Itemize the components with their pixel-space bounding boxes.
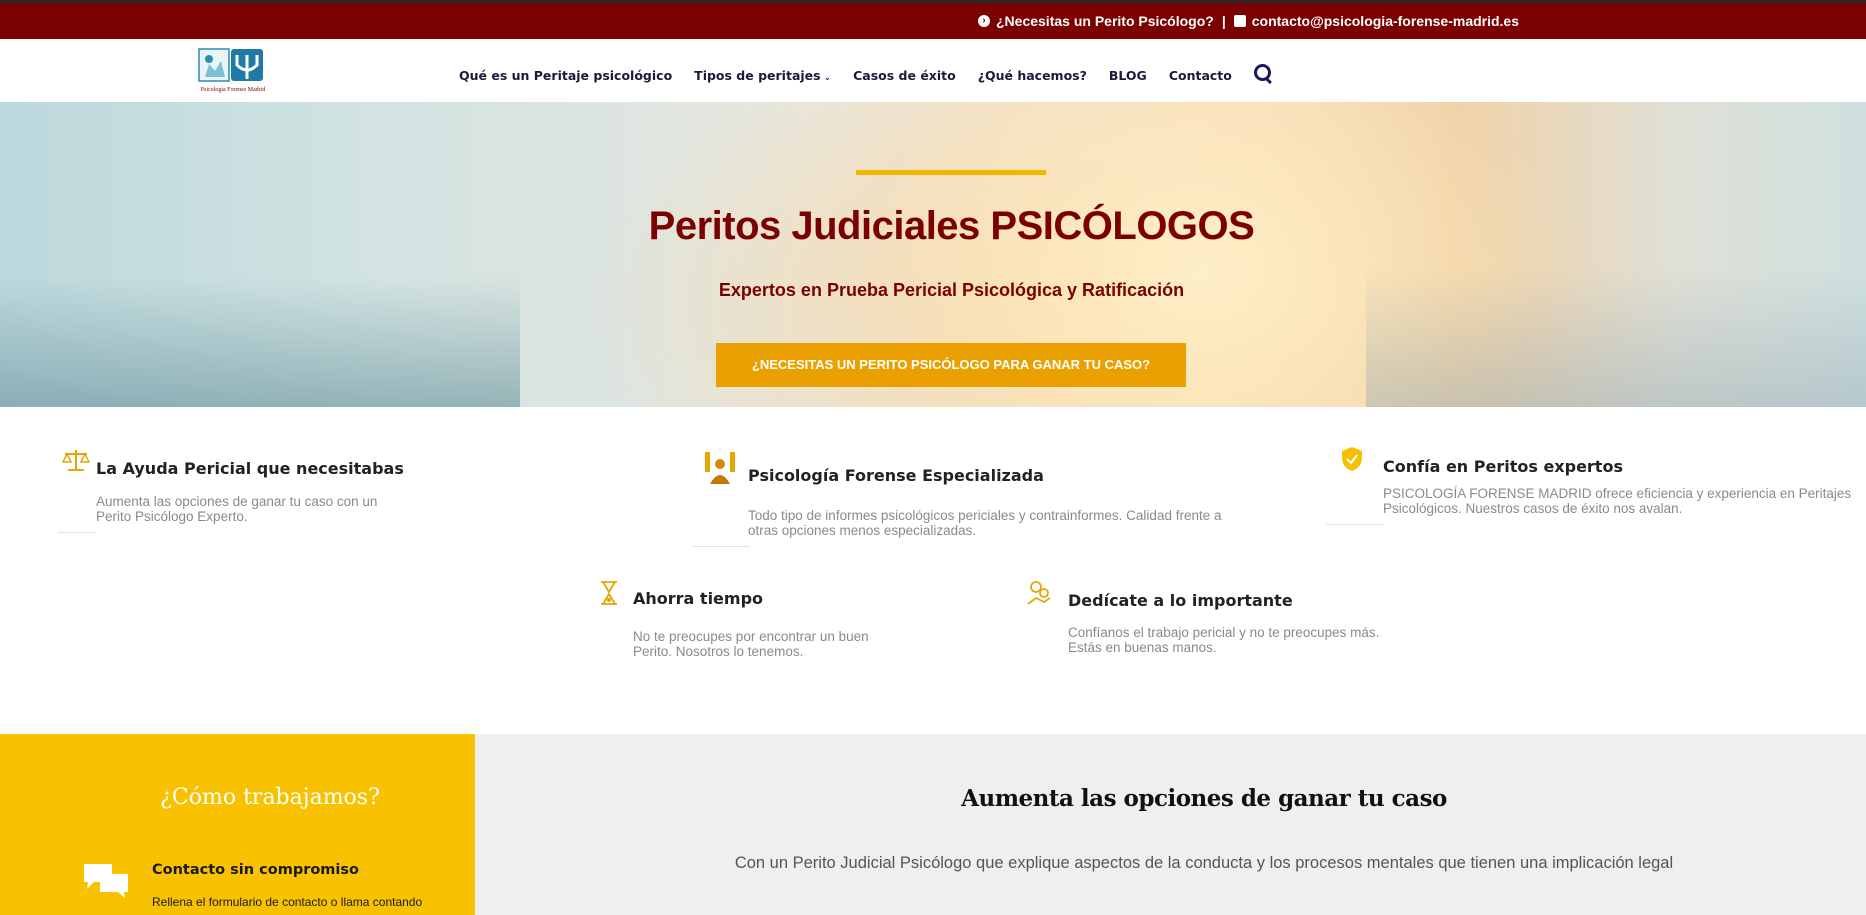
feature-confia-rule [1326,524,1384,525]
feature-confia-title: Confía en Peritos expertos [1383,457,1623,476]
nav-item-peritaje[interactable]: Qué es un Peritaje psicológico [459,68,672,83]
feature-ayuda-desc: Aumenta las opciones de ganar tu caso co… [96,494,378,524]
feature-psicologia-title: Psicología Forense Especializada [748,466,1044,485]
search-icon[interactable] [1253,64,1272,85]
logo-graphic: Psicología Forense Madrid [198,48,266,93]
hourglass-icon [601,581,617,605]
hero-banner: Peritos Judiciales PSICÓLOGOS Expertos e… [0,102,1866,407]
how-we-work-title: ¿Cómo trabajamos? [160,785,380,810]
feature-dedicate-title: Dedícate a lo importante [1068,591,1293,610]
hero-subtitle: Expertos en Prueba Pericial Psicológica … [718,280,1185,300]
top-contact-info: › ¿Necesitas un Perito Psicólogo? | cont… [978,13,1519,29]
feature-ayuda-rule [58,532,96,533]
people-icon [705,452,735,484]
feature-ahorra-title: Ahorra tiempo [633,589,764,608]
shield-check-icon [1342,447,1362,471]
nav-item-casos[interactable]: Casos de éxito [853,68,956,83]
step-contact-title: Contacto sin compromiso [152,862,359,878]
top-contact-bar: › ¿Necesitas un Perito Psicólogo? | cont… [0,0,1866,39]
step-contact-desc: Rellena el formulario de contacto o llam… [152,895,423,909]
money-hand-icon [1027,581,1051,605]
nav-item-tipos-label: Tipos de peritajes [694,67,821,83]
chevron-circle-right-icon: › [978,15,990,27]
nav-item-contacto[interactable]: Contacto [1169,68,1232,83]
win-case-text: Con un Perito Judicial Psicólogo que exp… [734,854,1674,872]
logo-caption: Psicología Forense Madrid [201,87,266,93]
need-expert-link[interactable]: ¿Necesitas un Perito Psicólogo? [996,13,1214,29]
hero-title: Peritos Judiciales PSICÓLOGOS [648,204,1255,248]
feature-psicologia-rule [692,546,750,547]
feature-psicologia-desc: Todo tipo de informes psicológicos peric… [748,508,1222,538]
hero-cta-button[interactable]: ¿NECESITAS UN PERITO PSICÓLOGO PARA GANA… [716,343,1186,387]
nav-item-que-hacemos[interactable]: ¿Qué hacemos? [978,68,1087,83]
chevron-down-icon: ⌄ [823,72,832,83]
email-link[interactable]: contacto@psicologia-forense-madrid.es [1252,13,1519,29]
feature-ayuda-title: La Ayuda Pericial que necesitabas [96,459,404,478]
site-logo[interactable]: Psicología Forense Madrid [197,47,269,95]
envelope-icon [1233,15,1246,27]
feature-ahorra-desc: No te preocupes por encontrar un buen Pe… [633,629,869,659]
scales-icon [62,450,90,471]
nav-item-blog[interactable]: BLOG [1109,68,1147,83]
feature-dedicate-desc: Confíanos el trabajo pericial y no te pr… [1068,625,1380,655]
main-nav: Qué es un Peritaje psicológico Tipos de … [459,64,1272,85]
feature-confia-desc: PSICOLOGÍA FORENSE MADRID ofrece eficien… [1383,486,1852,516]
chat-bubbles-icon [84,864,128,898]
topbar-separator: | [1221,13,1226,29]
main-header: Psicología Forense Madrid Qué es un Peri… [0,39,1866,102]
hero-accent-bar [856,170,1046,175]
how-we-work-panel: ¿Cómo trabajamos? Contacto sin compromis… [0,734,475,915]
win-case-panel: Aumenta las opciones de ganar tu caso Co… [475,734,1866,915]
nav-item-tipos[interactable]: Tipos de peritajes ⌄ [694,68,831,83]
win-case-title: Aumenta las opciones de ganar tu caso [961,785,1447,812]
